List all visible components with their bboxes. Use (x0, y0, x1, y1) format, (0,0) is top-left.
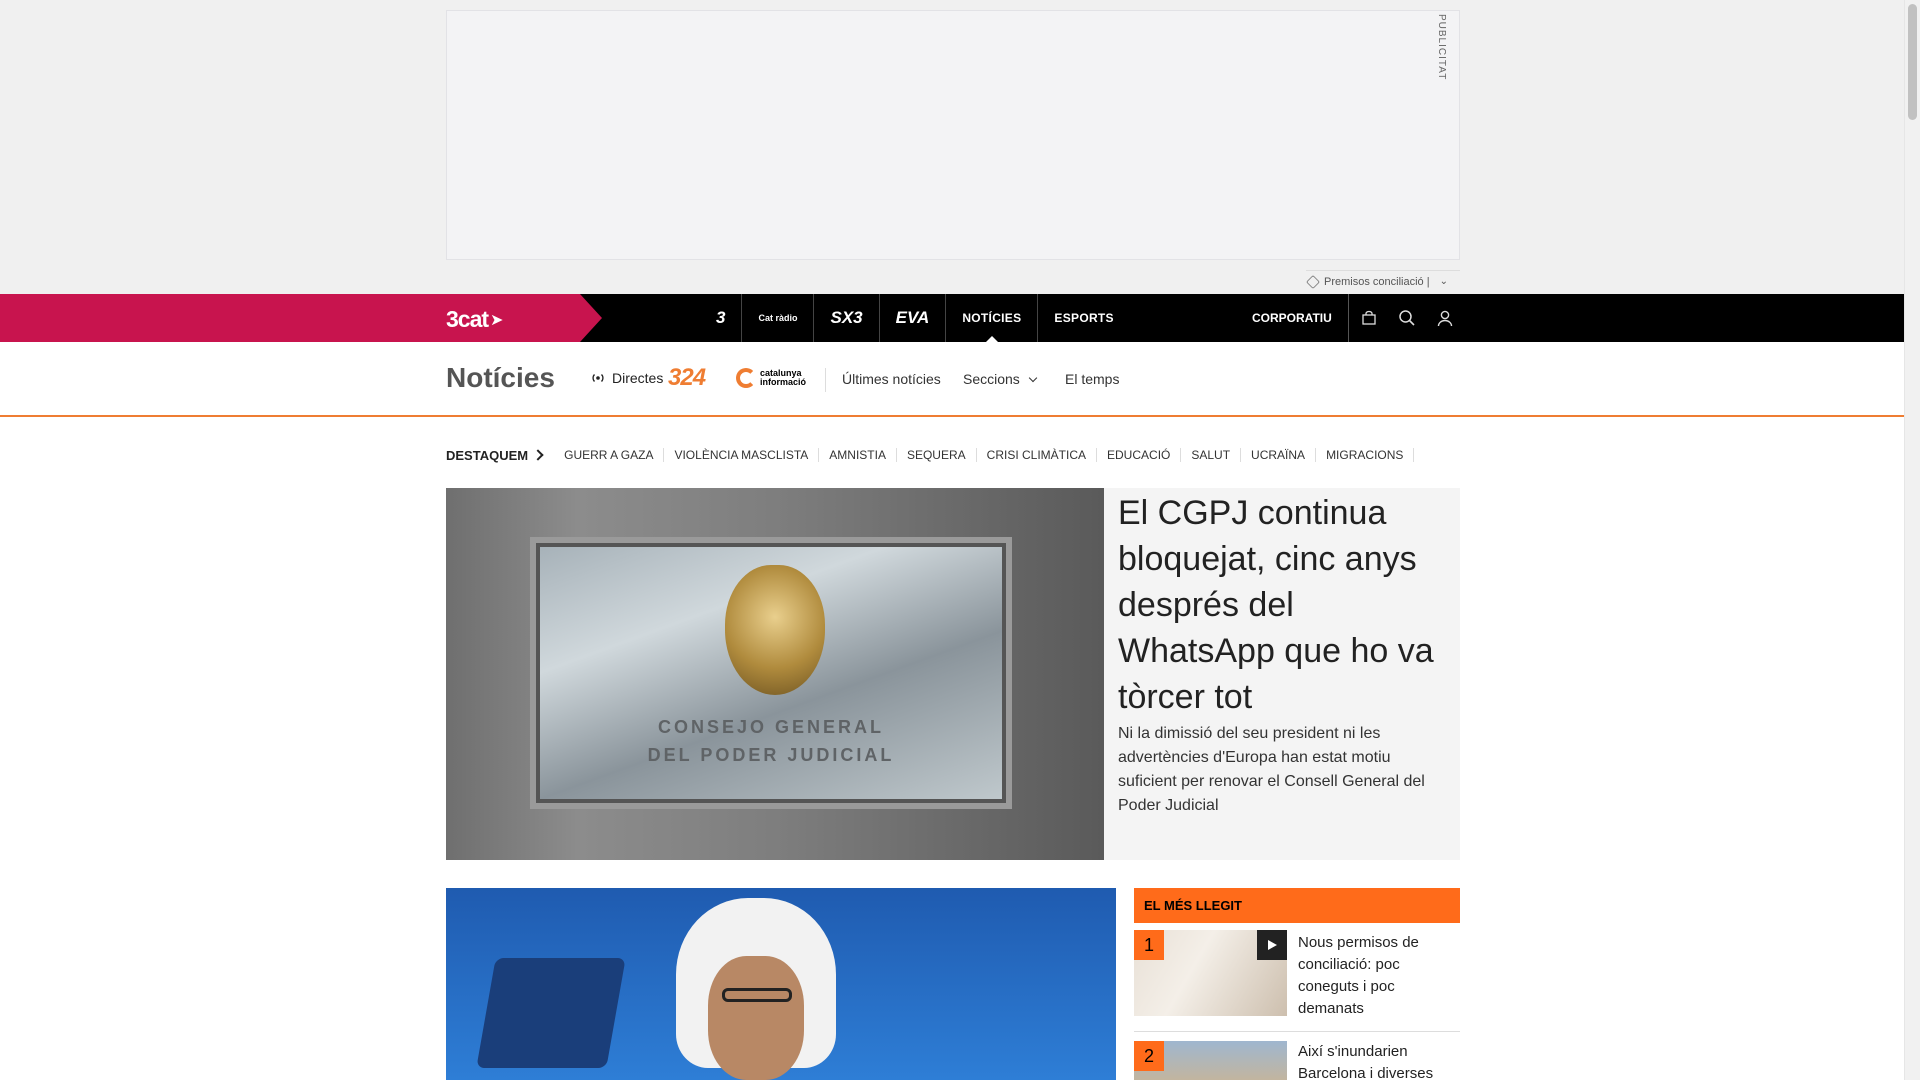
logo-324[interactable]: 324 (668, 364, 706, 392)
page-title[interactable]: Notícies (446, 362, 555, 394)
highlight-tag[interactable]: GUERR A GAZA (554, 448, 665, 462)
chevron-down-icon: ⌄ (1439, 276, 1448, 287)
highlights-bar: DESTAQUEM GUERR A GAZA VIOLÈNCIA MASCLIS… (446, 445, 1415, 465)
most-read-title[interactable]: Nous permisos de conciliació: poc conegu… (1298, 932, 1458, 1020)
channel-eva-label: EVA (895, 308, 930, 327)
channel-catradio-label: Cat ràdio (758, 312, 798, 323)
advertisement-area: PUBLICITAT Premisos conciliació | ⌄ (0, 0, 1904, 294)
channel-esports-label: ESPORTS (1054, 311, 1114, 325)
nav-icons (1360, 294, 1454, 342)
highlights-label[interactable]: DESTAQUEM (446, 448, 528, 463)
channel-noticies[interactable]: NOTÍCIES (946, 294, 1039, 342)
chevron-down-icon (1028, 373, 1038, 383)
brand-logo-text: 3cat (446, 306, 489, 332)
plaque-illustration: CONSEJO GENERAL DEL PODER JUDICIAL (536, 543, 1006, 803)
most-read-header: EL MÉS LLEGIT (1134, 888, 1460, 923)
live-label: Directes (612, 370, 664, 386)
highlight-tag[interactable]: EDUCACIÓ (1097, 448, 1182, 462)
channel-list: 3 Cat ràdio SX3 EVA NOTÍCIES ESPORTS (700, 294, 1130, 342)
channel-esports[interactable]: ESPORTS (1038, 294, 1129, 342)
featured-headline[interactable]: El CGPJ continua bloquejat, cinc anys de… (1118, 490, 1454, 720)
logo-324-text: 324 (668, 364, 706, 391)
live-link[interactable]: Directes (590, 370, 663, 386)
highlight-tag[interactable]: VIOLÈNCIA MASCLISTA (664, 448, 820, 462)
section-header: Notícies Directes 324 catalunya informac… (0, 342, 1904, 417)
ci-logo-line2: informació (760, 377, 807, 387)
tag-icon (1305, 274, 1321, 289)
most-read-item[interactable]: 1 Nous permisos de conciliació: poc cone… (1134, 930, 1460, 1032)
divider (825, 368, 826, 392)
play-icon[interactable] (1257, 930, 1287, 960)
plaque-line2: DEL PODER JUDICIAL (647, 745, 895, 765)
latest-news-link[interactable]: Últimes notícies (842, 371, 941, 387)
sections-label: Seccions (963, 371, 1020, 387)
live-broadcast-icon (592, 374, 604, 382)
plaque-line1: CONSEJO GENERAL (657, 717, 885, 737)
most-read-thumbnail[interactable]: 2 (1134, 1041, 1287, 1080)
ad-banner[interactable] (446, 10, 1460, 260)
corporate-label: CORPORATIU (1252, 311, 1332, 325)
channel-tv3[interactable]: 3 (700, 294, 743, 342)
channel-tv3-label: 3 (716, 308, 726, 327)
featured-image[interactable]: CONSEJO GENERAL DEL PODER JUDICIAL (446, 488, 1104, 860)
channel-eva[interactable]: EVA (880, 294, 947, 342)
weather-link[interactable]: El temps (1065, 371, 1119, 387)
ad-caption-text: Premisos conciliació | (1324, 275, 1430, 288)
highlight-tag[interactable]: SEQUERA (897, 448, 977, 462)
most-read-rank: 1 (1134, 930, 1164, 960)
channel-noticies-label: NOTÍCIES (962, 311, 1022, 325)
highlight-tag[interactable]: SALUT (1181, 448, 1242, 462)
ad-label: PUBLICITAT (1436, 14, 1447, 81)
most-read-title[interactable]: Així s'inundarien Barcelona i diverses (1298, 1041, 1458, 1080)
ad-caption[interactable]: Premisos conciliació | ⌄ (1305, 270, 1460, 292)
page-scrollbar[interactable] (1904, 0, 1920, 1080)
second-story-image[interactable] (446, 888, 1116, 1080)
channel-sx3[interactable]: SX3 (814, 294, 880, 342)
featured-summary: Ni la dimissió del seu president ni les … (1118, 725, 1425, 814)
podium-illustration (476, 958, 626, 1068)
face-illustration (708, 956, 804, 1080)
ci-logo-icon (736, 368, 756, 388)
highlight-tag[interactable]: CRISI CLIMÀTICA (977, 448, 1098, 462)
highlight-tag[interactable]: AMNISTIA (819, 448, 897, 462)
top-navigation: 3cat ➤ 3 Cat ràdio SX3 EVA NOTÍCIES ESPO… (0, 294, 1904, 342)
crest-illustration (725, 565, 825, 695)
channel-sx3-label: SX3 (830, 308, 863, 327)
highlight-tag[interactable]: UCRAÏNA (1241, 448, 1317, 462)
most-read-item[interactable]: 2 Així s'inundarien Barcelona i diverses (1134, 1041, 1460, 1080)
glasses-illustration (722, 988, 792, 1002)
corporate-link[interactable]: CORPORATIU (1252, 294, 1349, 342)
user-icon[interactable] (1436, 309, 1454, 327)
channel-catradio[interactable]: Cat ràdio (742, 294, 815, 342)
most-read-thumbnail[interactable]: 1 (1134, 930, 1287, 1016)
brand-band (0, 294, 602, 342)
sections-dropdown[interactable]: Seccions (963, 371, 1038, 387)
highlight-tag[interactable]: MIGRACIONS (1316, 448, 1415, 462)
shop-bag-icon[interactable] (1360, 309, 1378, 327)
brand-logo[interactable]: 3cat ➤ (446, 306, 503, 333)
logo-catalunya-informacio[interactable]: catalunya informació (736, 368, 806, 388)
search-icon[interactable] (1398, 309, 1416, 327)
scrollbar-thumb[interactable] (1908, 4, 1917, 120)
brand-arrow-icon: ➤ (490, 311, 503, 329)
most-read-rank: 2 (1134, 1041, 1164, 1071)
chevron-right-icon (532, 449, 544, 461)
